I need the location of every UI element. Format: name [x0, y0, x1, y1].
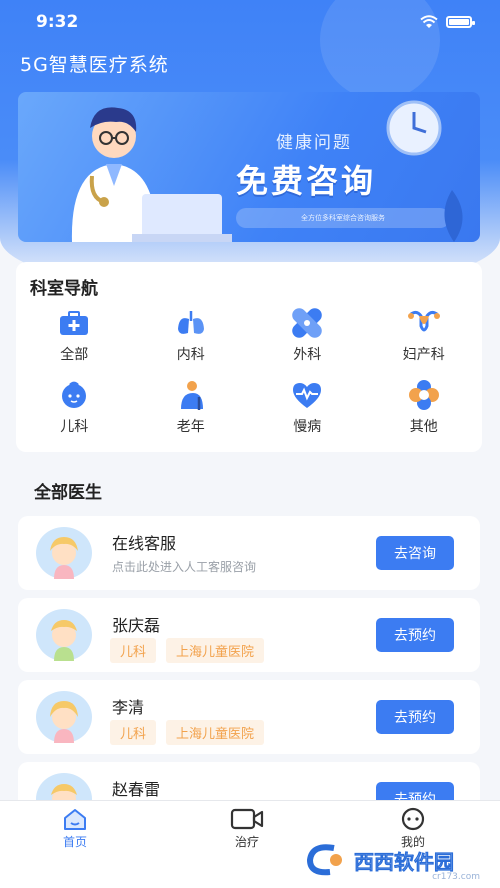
clock-icon [386, 100, 442, 156]
dept-item-elderly[interactable]: 老年 [133, 378, 250, 436]
dept-item-obstetrics[interactable]: 妇产科 [366, 306, 483, 364]
banner-pill: 全方位多科室综合咨询服务 [236, 208, 450, 228]
tab-treatment[interactable]: 治疗 [230, 807, 264, 850]
dept-label: 妇产科 [402, 347, 445, 363]
doctor-name: 在线客服 [112, 534, 177, 553]
watermark-text: 西西软件园 [354, 849, 455, 874]
tab-label: 治疗 [234, 835, 259, 849]
tab-home[interactable]: 首页 [62, 807, 88, 850]
lungs-icon [174, 306, 208, 340]
status-bar: 9:32 [0, 0, 500, 44]
department-grid: 全部 内科 外科 妇产科 儿科 老年 慢病 其他 [16, 306, 482, 436]
elderly-icon [174, 378, 208, 412]
dept-label: 内科 [176, 347, 205, 363]
watermark-logo-icon [306, 844, 342, 876]
doctor-tags: 儿科 上海儿童医院 [110, 638, 265, 663]
dept-item-internal[interactable]: 内科 [133, 306, 250, 364]
tab-label: 首页 [62, 835, 87, 849]
doctor-tags: 儿科 上海儿童医院 [110, 720, 265, 745]
doctor-name: 张庆磊 [112, 616, 161, 635]
banner-subtitle: 健康问题 [276, 133, 352, 153]
dept-label: 全部 [60, 347, 89, 363]
dept-item-chronic[interactable]: 慢病 [249, 378, 366, 436]
dept-label: 外科 [293, 347, 322, 363]
doctor-name: 赵春雷 [112, 780, 161, 799]
heart-pulse-icon [290, 378, 324, 412]
status-icons [420, 15, 475, 29]
profile-icon [401, 807, 425, 831]
status-time: 9:32 [36, 12, 79, 32]
app-title: 5G智慧医疗系统 [20, 54, 169, 76]
dept-item-all[interactable]: 全部 [16, 306, 133, 364]
doctor-card[interactable]: 在线客服 点击此处进入人工客服咨询 去咨询 [18, 516, 480, 590]
leaf-icon [444, 190, 463, 242]
doctor-card[interactable]: 张庆磊 儿科 上海儿童医院 去预约 [18, 598, 480, 672]
dept-label: 慢病 [293, 419, 322, 435]
banner-headline: 免费咨询 [236, 162, 377, 200]
dept-item-pediatrics[interactable]: 儿科 [16, 378, 133, 436]
consult-button[interactable]: 去咨询 [376, 536, 454, 570]
dept-item-other[interactable]: 其他 [366, 378, 483, 436]
avatar [36, 691, 92, 743]
doctors-section-title: 全部医生 [34, 483, 102, 503]
battery-icon [446, 16, 475, 28]
wifi-icon [420, 15, 438, 29]
doctor-illustration-icon [71, 107, 232, 242]
dept-label: 儿科 [60, 419, 89, 435]
baby-face-icon [57, 378, 91, 412]
watermark-sub: cr173.com [432, 872, 480, 882]
medical-kit-icon [57, 306, 91, 340]
department-nav-title: 科室导航 [30, 279, 98, 299]
hospital-tag: 上海儿童医院 [166, 638, 265, 663]
consult-banner[interactable]: 健康问题 免费咨询 全方位多科室综合咨询服务 [18, 92, 480, 242]
dept-label: 其他 [409, 419, 438, 435]
book-button[interactable]: 去预约 [376, 700, 454, 734]
dept-item-surgery[interactable]: 外科 [249, 306, 366, 364]
dept-label: 老年 [176, 419, 205, 435]
home-icon [64, 809, 86, 830]
department-tag: 儿科 [110, 720, 157, 745]
video-camera-icon [230, 808, 264, 830]
uterus-icon [407, 306, 441, 340]
book-button[interactable]: 去预约 [376, 618, 454, 652]
doctor-card[interactable]: 李清 儿科 上海儿童医院 去预约 [18, 680, 480, 754]
doctor-description: 点击此处进入人工客服咨询 [112, 560, 257, 574]
watermark: 西西软件园 cr173.com [304, 840, 494, 882]
bandage-icon [290, 306, 324, 340]
doctor-name: 李清 [112, 698, 145, 717]
avatar [36, 609, 92, 661]
avatar [36, 527, 92, 579]
department-tag: 儿科 [110, 638, 157, 663]
flower-icon [407, 378, 441, 412]
hospital-tag: 上海儿童医院 [166, 720, 265, 745]
bottom-tab-bar: 首页 治疗 我的 西西软件园 cr173.com [0, 800, 500, 888]
department-nav-card: 科室导航 全部 内科 外科 妇产科 儿科 老年 慢病 其他 [16, 262, 482, 452]
